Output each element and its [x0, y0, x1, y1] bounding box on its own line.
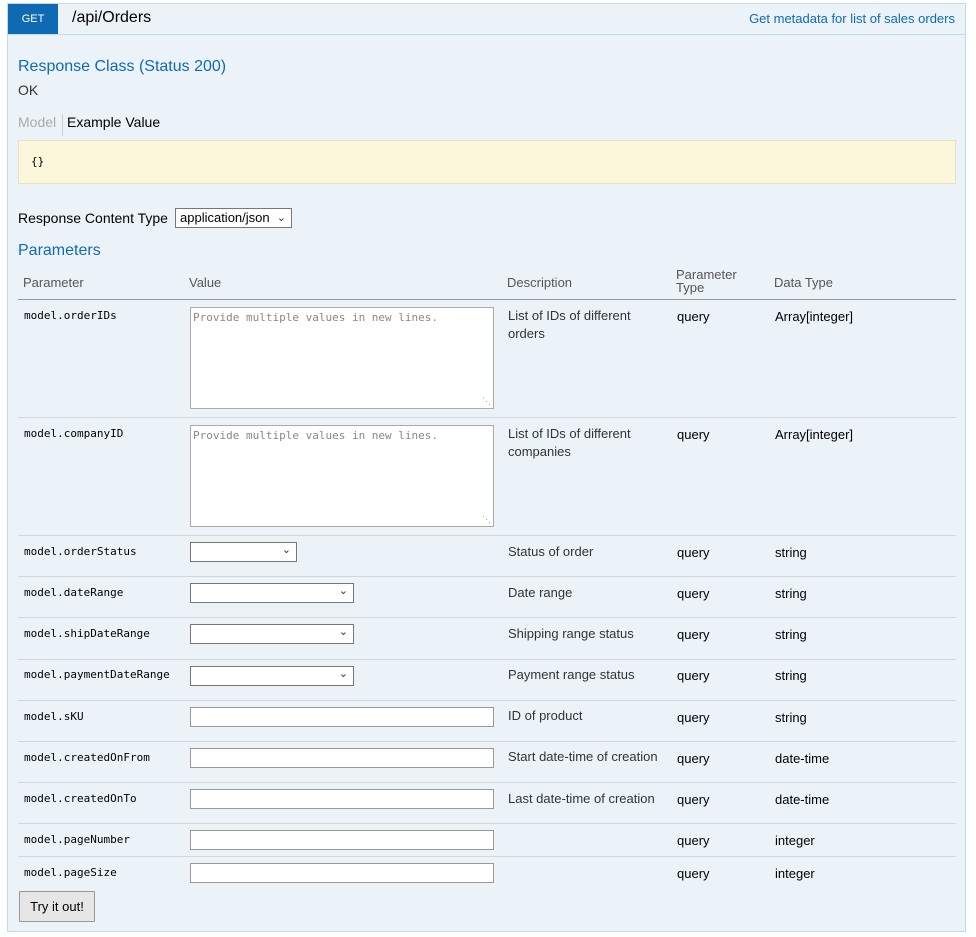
param-name: model.createdOnFrom: [24, 751, 150, 764]
param-data-type: string: [775, 710, 807, 725]
param-data-type: string: [775, 545, 807, 560]
param-name: model.createdOnTo: [24, 792, 137, 805]
param-type: query: [677, 710, 710, 725]
parameters-heading: Parameters: [18, 242, 101, 259]
param-data-type: date-time: [775, 751, 830, 766]
chevron-down-icon: ⌄: [338, 626, 348, 638]
http-method-badge[interactable]: GET: [8, 4, 58, 34]
param-data-type: string: [775, 586, 807, 601]
param-select[interactable]: ⌄: [190, 624, 354, 644]
param-text-input[interactable]: [190, 830, 494, 850]
param-description: List of IDs of different companies: [508, 426, 631, 459]
param-select[interactable]: ⌄: [190, 542, 297, 562]
param-data-type: date-time: [775, 792, 830, 807]
param-type: query: [677, 427, 710, 442]
param-textarea[interactable]: Provide multiple values in new lines. ⋱: [190, 425, 494, 527]
header-value: Value: [189, 275, 222, 290]
param-text-input[interactable]: [190, 707, 494, 727]
param-description: ID of product: [508, 708, 583, 723]
param-description: Last date-time of creation: [508, 791, 655, 806]
row-divider: [18, 782, 956, 783]
param-name: model.dateRange: [24, 586, 124, 599]
response-status-text: OK: [18, 82, 39, 98]
content-type-value: application/json: [180, 210, 270, 225]
param-name: model.orderIDs: [24, 309, 117, 322]
chevron-down-icon: ⌄: [338, 668, 348, 680]
param-data-type: Array[integer]: [775, 427, 854, 442]
param-type: query: [677, 586, 710, 601]
param-description: Date range: [508, 585, 573, 600]
param-type: query: [677, 627, 710, 642]
header-divider: [18, 299, 956, 300]
header-parameter: Parameter: [23, 275, 84, 290]
param-type: query: [677, 751, 710, 766]
param-name: model.paymentDateRange: [24, 668, 170, 681]
param-type: query: [677, 866, 710, 881]
param-description: List of IDs of different orders: [508, 308, 631, 341]
param-select[interactable]: ⌄: [190, 583, 354, 603]
param-textarea[interactable]: Provide multiple values in new lines. ⋱: [190, 307, 494, 409]
content-type-select[interactable]: application/json ⌄: [175, 208, 292, 228]
resize-handle-icon[interactable]: ⋱: [482, 397, 491, 407]
param-text-input[interactable]: [190, 789, 494, 809]
param-text-input[interactable]: [190, 863, 494, 883]
operation-heading[interactable]: GET /api/Orders Get metadata for list of…: [8, 4, 965, 35]
param-data-type: integer: [775, 866, 815, 881]
header-description: Description: [507, 275, 573, 290]
row-divider: [18, 700, 956, 701]
param-name: model.pageSize: [24, 866, 117, 879]
param-name: model.shipDateRange: [24, 627, 150, 640]
param-type: query: [677, 668, 710, 683]
tab-example-value[interactable]: Example Value: [67, 114, 160, 130]
row-divider: [18, 617, 956, 618]
header-data-type: Data Type: [774, 275, 834, 290]
param-text-input[interactable]: [190, 748, 494, 768]
param-type: query: [677, 309, 710, 324]
resize-handle-icon[interactable]: ⋱: [482, 515, 491, 525]
row-divider: [18, 659, 956, 660]
row-divider: [18, 741, 956, 742]
textarea-placeholder: Provide multiple values in new lines.: [193, 429, 439, 442]
response-class-heading: Response Class (Status 200): [18, 58, 227, 75]
chevron-down-icon: ⌄: [338, 585, 348, 597]
param-data-type: integer: [775, 833, 815, 848]
header-parameter-type: Parameter Type: [676, 267, 737, 295]
param-data-type: string: [775, 627, 807, 642]
endpoint-path[interactable]: /api/Orders: [72, 9, 151, 27]
param-name: model.companyID: [24, 427, 124, 440]
param-name: model.sKU: [24, 710, 84, 723]
param-description: Payment range status: [508, 667, 635, 682]
row-divider: [18, 576, 956, 577]
param-type: query: [677, 545, 710, 560]
endpoint-summary-link[interactable]: Get metadata for list of sales orders: [749, 11, 955, 26]
row-divider: [18, 417, 956, 418]
row-divider: [18, 823, 956, 824]
param-description: Status of order: [508, 544, 594, 559]
param-type: query: [677, 833, 710, 848]
param-description: Start date-time of creation: [508, 749, 658, 764]
param-data-type: string: [775, 668, 807, 683]
param-data-type: Array[integer]: [775, 309, 854, 324]
operation-panel: GET /api/Orders Get metadata for list of…: [7, 3, 966, 932]
chevron-down-icon: ⌄: [276, 212, 286, 224]
tab-model[interactable]: Model: [18, 114, 64, 136]
param-description: Shipping range status: [508, 626, 634, 641]
row-divider: [18, 535, 956, 536]
example-value-snippet[interactable]: {}: [18, 140, 956, 184]
param-name: model.orderStatus: [24, 545, 137, 558]
param-name: model.pageNumber: [24, 833, 130, 846]
textarea-placeholder: Provide multiple values in new lines.: [193, 311, 439, 324]
content-type-label: Response Content Type: [18, 210, 168, 226]
param-select[interactable]: ⌄: [190, 666, 354, 686]
try-it-out-button[interactable]: Try it out!: [19, 891, 95, 922]
row-divider: [18, 856, 956, 857]
param-type: query: [677, 792, 710, 807]
chevron-down-icon: ⌄: [281, 544, 291, 556]
